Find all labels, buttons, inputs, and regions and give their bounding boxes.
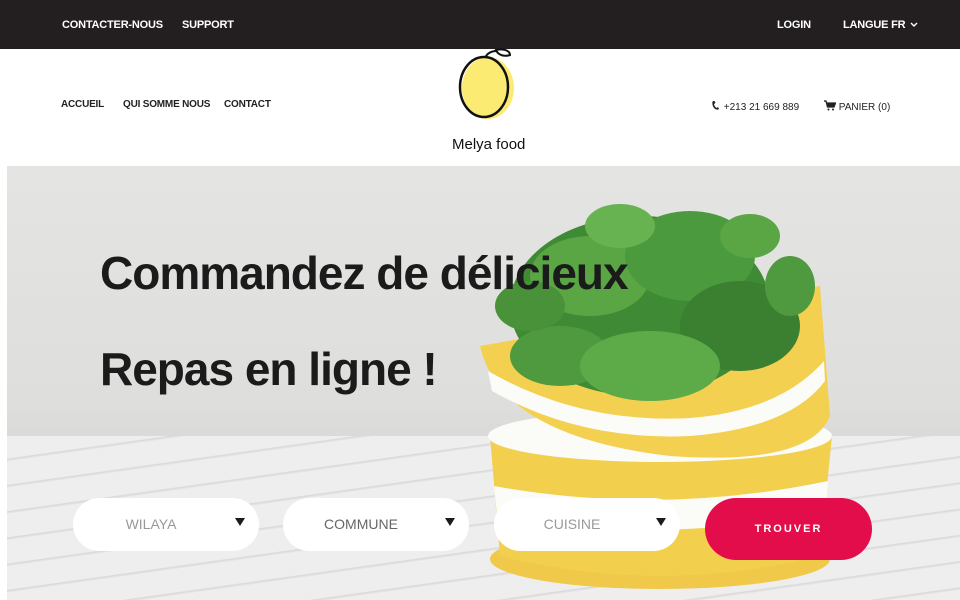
wilaya-select[interactable]: WILAYA: [73, 498, 259, 551]
wilaya-select-value: WILAYA: [125, 516, 177, 532]
phone-number[interactable]: +213 21 669 889: [711, 100, 799, 113]
commune-select-value: COMMUNE: [324, 516, 398, 532]
language-selector[interactable]: LANGUE FR: [843, 19, 918, 31]
hero-banner: Commandez de délicieux Repas en ligne ! …: [7, 166, 960, 600]
lemon-logo-icon: [458, 48, 514, 119]
cuisine-select-value: CUISINE: [543, 516, 601, 532]
chevron-down-icon: [910, 22, 918, 28]
chevron-down-icon: [445, 518, 455, 526]
hero-title-line-1: Commandez de délicieux: [100, 247, 629, 299]
support-link[interactable]: SUPPORT: [182, 19, 234, 31]
cart-link[interactable]: PANIER (0): [824, 100, 890, 113]
login-link[interactable]: LOGIN: [777, 19, 811, 31]
commune-select[interactable]: COMMUNE: [283, 498, 469, 551]
nav-contact[interactable]: CONTACT: [224, 99, 271, 110]
phone-label: +213 21 669 889: [723, 102, 800, 113]
cart-label: PANIER (0): [838, 102, 891, 113]
find-button[interactable]: TROUVER: [705, 498, 872, 560]
hero-title-line-2: Repas en ligne !: [100, 343, 438, 395]
cart-icon: [824, 100, 837, 111]
language-label: LANGUE FR: [843, 19, 906, 31]
chevron-down-icon: [656, 518, 666, 526]
nav-about[interactable]: QUI SOMME NOUS: [123, 99, 210, 110]
cuisine-select[interactable]: CUISINE: [494, 498, 680, 551]
brand-name: Melya food: [452, 136, 526, 153]
phone-icon: [712, 101, 719, 110]
top-bar: CONTACTER-NOUS SUPPORT LOGIN LANGUE FR: [0, 0, 960, 49]
contact-us-link[interactable]: CONTACTER-NOUS: [62, 19, 163, 31]
nav-home[interactable]: ACCUEIL: [61, 99, 104, 110]
chevron-down-icon: [235, 518, 245, 526]
